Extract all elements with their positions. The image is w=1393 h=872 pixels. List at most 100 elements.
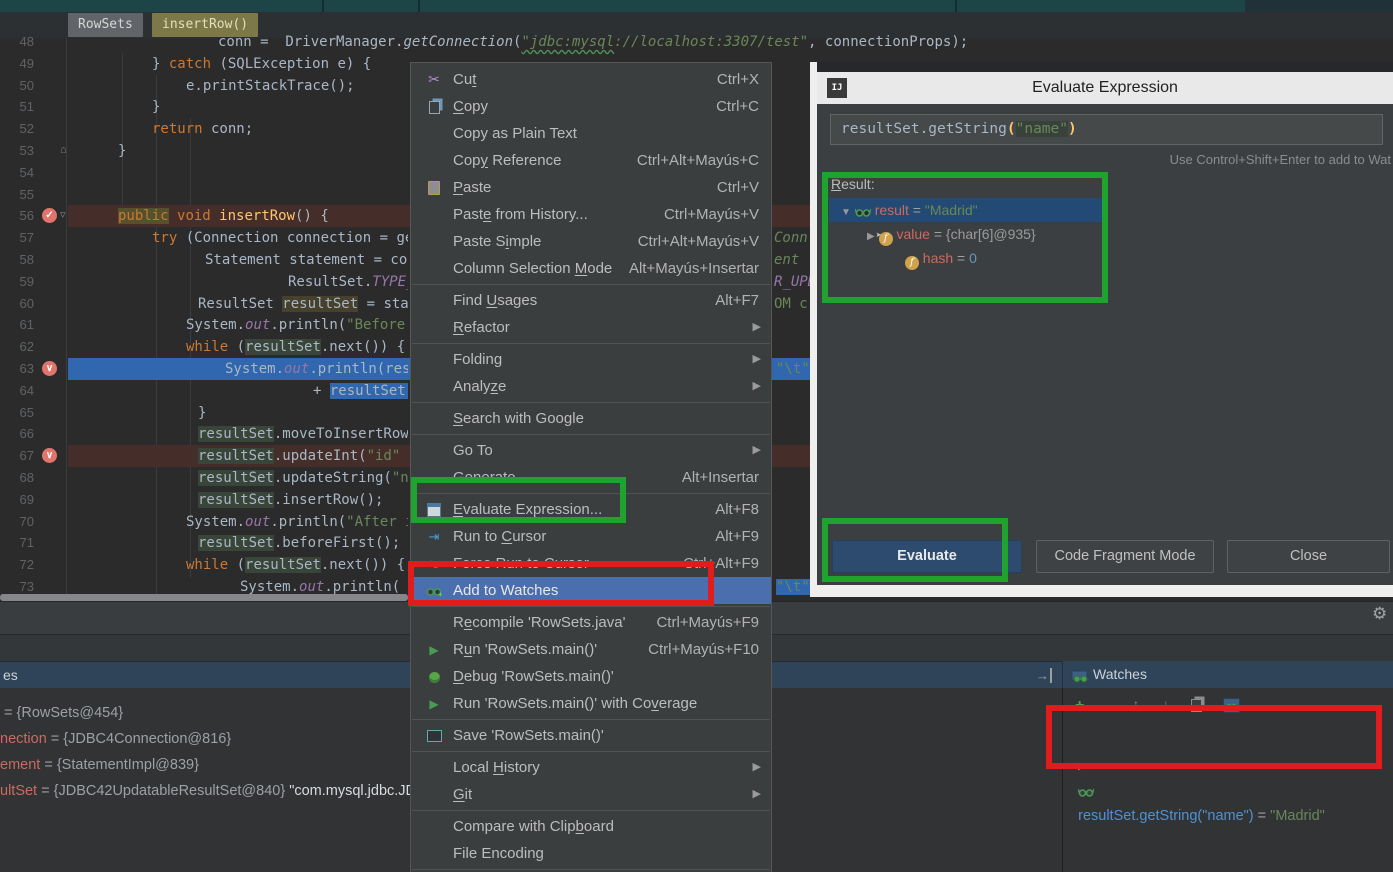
menu-item-run-rowsets-main[interactable]: ▶Run 'RowSets.main()'Ctrl+Mayús+F10 [411,636,771,663]
move-down-icon[interactable]: ↓ [1163,697,1169,711]
code-token: resultSet [198,470,274,486]
menu-item-add-to-watches[interactable]: +Add to Watches [411,577,771,604]
code-line: ResultSet.TYPE_SCROLL_SENSITIVE, [288,271,408,293]
menu-item-label: Add to Watches [453,577,558,604]
menu-item-file-encoding[interactable]: File Encoding [411,840,771,867]
menu-separator [412,719,770,720]
add-watch-icon[interactable]: + [1075,697,1084,715]
submenu-arrow-icon: ▶ [753,346,761,373]
menu-item-debug-rowsets-main[interactable]: Debug 'RowSets.main()' [411,663,771,690]
code-token: out [284,361,309,377]
code-line: while (resultSet.next()) { [186,554,408,576]
menu-item-generate[interactable]: GenerateAlt+Insertar [411,464,771,491]
result-tree-row-value[interactable]: ▶ f➤ value = {char[6]@935} [829,222,1105,246]
evaluate-button[interactable]: Evaluate [832,540,1022,573]
close-button[interactable]: Close [1227,540,1390,573]
code-token: = statement.executeQuery( [358,296,408,312]
menu-item-paste-from-history[interactable]: Paste from History...Ctrl+Mayús+V [411,201,771,228]
menu-item-go-to[interactable]: Go To▶ [411,437,771,464]
menu-item-force-run-to-cursor[interactable]: ↘Force Run to CursorCtrl+Alt+F9 [411,550,771,577]
code-fragment-mode-button[interactable]: Code Fragment Mode [1036,540,1214,573]
menu-item-label: Column Selection Mode [453,255,612,282]
code-line [118,184,408,206]
menu-item-analyze[interactable]: Analyze▶ [411,373,771,400]
menu-item-compare-with-clipboard[interactable]: Compare with Clipboard [411,813,771,840]
menu-shortcut: Alt+Insertar [682,464,759,491]
code-token: (Connection connection = getConnection()… [177,230,408,246]
menu-item-copy-reference[interactable]: Copy ReferenceCtrl+Alt+Mayús+C [411,147,771,174]
duplicate-watch-icon[interactable] [1191,697,1202,712]
menu-item-search-with-google[interactable]: Search with Google [411,405,771,432]
submenu-arrow-icon: ▶ [753,373,761,400]
coverage-icon: ▶ [423,690,445,718]
variable-value: 0 [969,250,977,266]
menu-item-copy-as-plain-text[interactable]: Copy as Plain Text [411,120,771,147]
code-token: + [313,383,330,399]
menu-separator [412,493,770,494]
code-token: out [245,317,270,333]
expand-arrow-icon[interactable]: ▶ [867,231,875,242]
menu-item-label: Recompile 'RowSets.java' [453,609,625,636]
dialog-title-bar[interactable]: IJ Evaluate Expression [817,72,1393,104]
code-line: ResultSet resultSet = statement.executeQ… [198,293,408,315]
menu-item-run-rowsets-main-with-coverage[interactable]: ▶Run 'RowSets.main()' with Coverage [411,690,771,717]
menu-item-git[interactable]: Git▶ [411,781,771,808]
expression-token: ( [1007,121,1016,137]
menu-item-find-usages[interactable]: Find UsagesAlt+F7 [411,287,771,314]
dialog-hint-text: Use Control+Shift+Enter to add to Wat [1170,152,1391,167]
menu-separator [412,810,770,811]
expression-token: "name" [1016,121,1068,137]
breakpoint-icon[interactable]: ✓ [42,208,57,223]
watch-entry[interactable]: ▶ resultSet.getString("name") = "Madrid" [1062,728,1382,753]
menu-item-recompile-rowsets-java[interactable]: Recompile 'RowSets.java' Ctrl+Mayús+F9 [411,609,771,636]
line-number: 63 [0,358,34,380]
result-tree-row-result[interactable]: ▼ result = "Madrid" [829,198,1105,222]
save-icon [423,722,445,749]
code-token: getConnection [403,34,513,50]
menu-item-cut[interactable]: ✂CutCtrl+X [411,66,771,93]
settings-gear-icon[interactable]: ⚙ [1372,604,1387,624]
code-token [169,208,177,224]
menu-item-copy[interactable]: CopyCtrl+C [411,93,771,120]
breakpoint-icon[interactable]: ∨ [42,448,57,463]
menu-item-local-history[interactable]: Local History▶ [411,754,771,781]
breadcrumb-class[interactable]: RowSets [68,13,143,37]
menu-item-run-to-cursor[interactable]: ⇥Run to CursorAlt+F9 [411,523,771,550]
menu-item-column-selection-mode[interactable]: Column Selection ModeAlt+Mayús+Insertar [411,255,771,282]
expand-arrow-icon[interactable]: ▶ [1078,761,1086,772]
menu-item-save-rowsets-main[interactable]: Save 'RowSets.main()' [411,722,771,749]
code-token: Conn [774,230,808,246]
fold-marker-icon[interactable]: ▿ [60,209,66,221]
code-line: try (Connection connection = getConnecti… [152,227,408,249]
menu-item-refactor[interactable]: Refactor▶ [411,314,771,341]
expression-input[interactable]: resultSet.getString("name") [830,114,1383,145]
code-token: OM c [774,296,808,312]
horizontal-scrollbar[interactable] [0,594,408,601]
watches-pane[interactable]: + ↑ ↓ [1062,688,1393,872]
fold-marker-icon[interactable]: ⌂ [60,144,67,156]
menu-item-evaluate-expression[interactable]: Evaluate Expression...Alt+F8 [411,496,771,523]
menu-item-label: Force Run to Cursor [453,550,589,577]
watch-glasses-icon [1078,783,1094,799]
code-token: ( [228,339,245,355]
move-up-icon[interactable]: ↑ [1133,697,1139,711]
code-token: conn; [203,121,254,137]
result-tree-row-hash[interactable]: f hash = 0 [829,246,1105,270]
menu-item-paste[interactable]: PasteCtrl+V [411,174,771,201]
submenu-arrow-icon: ▶ [753,754,761,781]
breakpoint-icon[interactable]: ∨ [42,361,57,376]
menu-item-folding[interactable]: Folding▶ [411,346,771,373]
menu-shortcut: Ctrl+Mayús+F9 [656,609,759,636]
menu-item-label: Compare with Clipboard [453,813,614,840]
variable-value: {char[6]@935} [946,226,1036,242]
submenu-arrow-icon: ▶ [753,437,761,464]
menu-item-paste-simple[interactable]: Paste SimpleCtrl+Alt+Mayús+V [411,228,771,255]
paste-icon [423,174,445,201]
pin-pane-icon[interactable]: → [1036,662,1052,689]
expand-arrow-icon[interactable]: ▼ [841,207,851,218]
line-number: 69 [0,489,34,511]
code-token: catch [169,56,211,72]
code-token: .beforeFirst(); [274,535,400,551]
menu-shortcut: Ctrl+Alt+F9 [683,550,759,577]
show-watches-icon[interactable] [1223,697,1240,713]
